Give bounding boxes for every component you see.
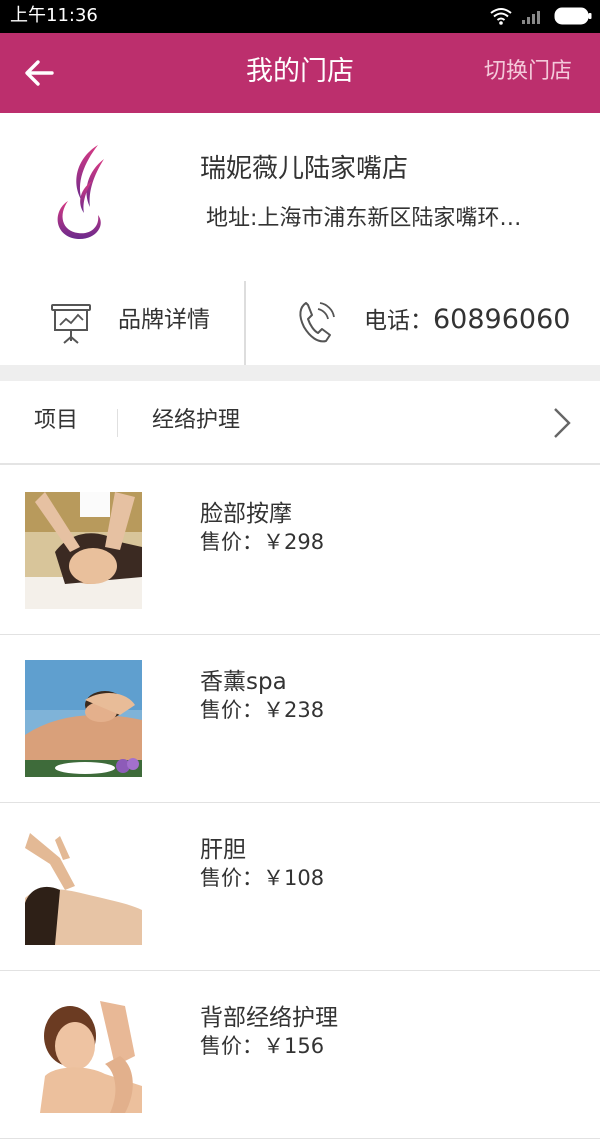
phone-label: 电话： [364,308,433,334]
store-name: 瑞妮薇儿陆家嘴店 [200,154,409,184]
battery-icon [554,7,592,25]
category-label: 项目 [34,408,79,433]
item-name: 肝胆 [200,837,246,863]
face-massage-photo [25,492,142,609]
item-price: 售价：￥108 [200,866,325,890]
presentation-board-icon [51,304,91,344]
switch-store-button[interactable]: 切换门店 [484,56,572,88]
phone-number: 60896060 [433,304,571,335]
category-value: 经络护理 [152,408,241,433]
item-price: 售价：￥156 [200,1034,325,1058]
item-name: 背部经络护理 [200,1005,338,1031]
item-name: 香薰spa [200,669,287,695]
brand-details-label: 品牌详情 [118,307,210,333]
list-item[interactable]: 香薰spa 售价：￥238 [0,635,600,803]
app-bar: 我的门店 切换门店 [0,33,600,113]
wifi-icon [490,8,512,25]
list-item[interactable]: 脸部按摩 售价：￥298 [0,467,600,635]
aroma-spa-photo [25,660,142,777]
status-time: 上午11:36 [10,5,98,26]
status-bar: 上午11:36 [0,0,600,33]
phone-button[interactable]: 电话：60896060 [246,281,600,365]
category-selector[interactable]: 项目 经络护理 [0,381,600,465]
head-massage-photo [25,828,142,945]
phone-icon [299,302,335,343]
store-address: 地址:上海市浦东新区陆家嘴环… [206,206,522,231]
item-name: 脸部按摩 [200,501,292,527]
chevron-right-icon [554,408,571,438]
signal-icon [522,11,540,24]
brand-logo [57,145,104,240]
store-card: 瑞妮薇儿陆家嘴店 地址:上海市浦东新区陆家嘴环… 品牌详情 电话：6089606… [0,113,600,365]
list-item[interactable]: 背部经络护理 售价：￥156 [0,971,600,1139]
store-actions: 品牌详情 电话：60896060 [0,281,600,365]
service-list: 脸部按摩 售价：￥298 香薰spa 售价：￥238 肝胆 售价：￥108 背部… [0,467,600,1139]
section-gap [0,365,600,381]
item-price: 售价：￥238 [200,698,325,722]
item-price: 售价：￥298 [200,530,325,554]
phone-text: 电话：60896060 [364,301,570,340]
list-item[interactable]: 肝胆 售价：￥108 [0,803,600,971]
status-icons [490,7,592,25]
brand-details-button[interactable]: 品牌详情 [0,281,245,365]
back-massage-photo [25,996,142,1113]
category-divider [117,409,118,437]
